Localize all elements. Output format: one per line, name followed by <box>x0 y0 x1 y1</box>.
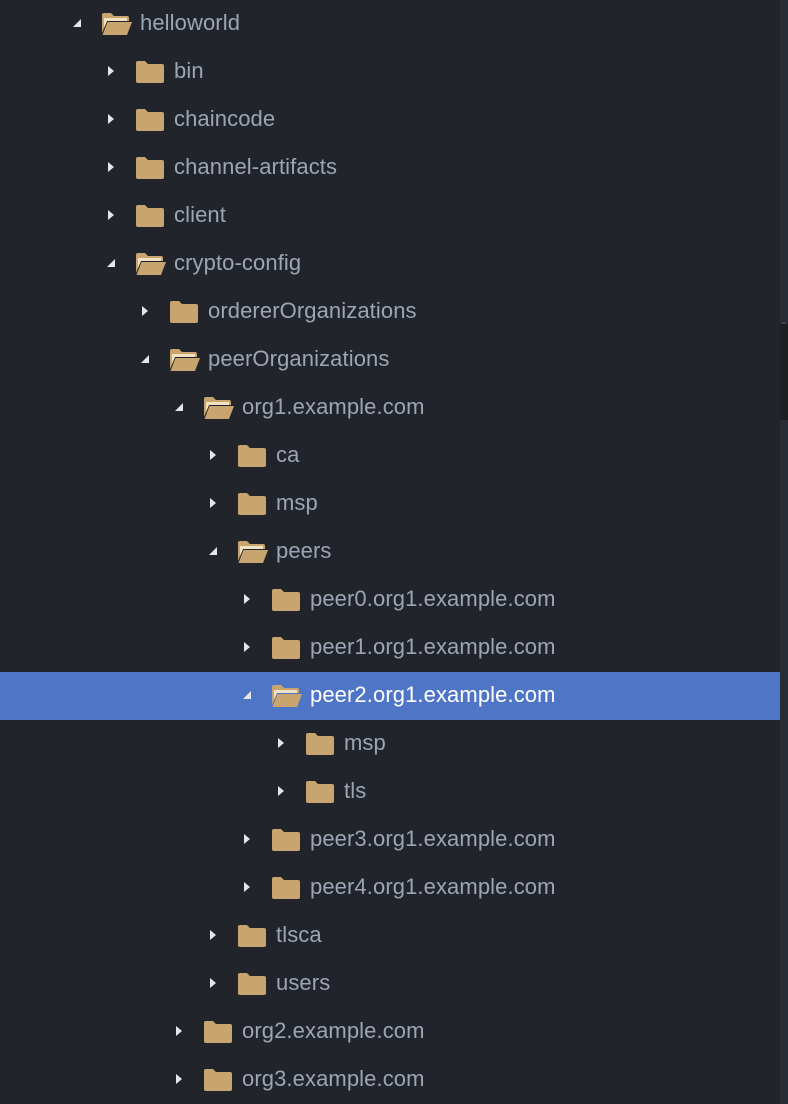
tree-item[interactable]: org3.example.com <box>0 1056 780 1104</box>
expand-arrow-icon[interactable] <box>208 977 218 989</box>
folder-icon <box>271 636 301 660</box>
folder-open-icon <box>237 540 268 564</box>
folder-icon <box>203 1068 233 1092</box>
tree-item-label: ca <box>276 442 300 467</box>
tree-item-label: chaincode <box>174 106 276 131</box>
folder-icon <box>135 108 165 132</box>
tree-item[interactable]: org2.example.com <box>0 1008 780 1056</box>
expand-arrow-icon[interactable] <box>276 785 286 797</box>
tree-item[interactable]: org1.example.com <box>0 384 780 432</box>
tree-item[interactable]: users <box>0 960 780 1008</box>
folder-icon <box>271 588 301 612</box>
tree-item-label: crypto-config <box>174 250 302 275</box>
tree-item[interactable]: peer1.org1.example.com <box>0 624 780 672</box>
folder-open-icon <box>203 396 234 420</box>
collapse-arrow-icon[interactable] <box>242 689 252 701</box>
collapse-arrow-icon[interactable] <box>72 17 82 29</box>
expand-arrow-icon[interactable] <box>242 881 252 893</box>
folder-icon <box>237 972 267 996</box>
tree-item[interactable]: msp <box>0 720 780 768</box>
collapse-arrow-icon[interactable] <box>174 401 184 413</box>
tree-item-label: org1.example.com <box>242 394 425 419</box>
scrollbar[interactable] <box>780 0 788 1104</box>
tree-item-label: tls <box>344 778 367 803</box>
expand-arrow-icon[interactable] <box>242 593 252 605</box>
tree-item-label: helloworld <box>140 10 241 35</box>
tree-item-label: ordererOrganizations <box>208 298 417 323</box>
expand-arrow-icon[interactable] <box>140 305 150 317</box>
tree-item[interactable]: peer0.org1.example.com <box>0 576 780 624</box>
expand-arrow-icon[interactable] <box>174 1073 184 1085</box>
tree-item-label: peer4.org1.example.com <box>310 874 556 899</box>
folder-icon <box>169 300 199 324</box>
tree-item[interactable]: helloworld <box>0 0 780 48</box>
expand-arrow-icon[interactable] <box>106 113 116 125</box>
collapse-arrow-icon[interactable] <box>208 545 218 557</box>
expand-arrow-icon[interactable] <box>208 497 218 509</box>
expand-arrow-icon[interactable] <box>174 1025 184 1037</box>
folder-icon <box>237 492 267 516</box>
collapse-arrow-icon[interactable] <box>106 257 116 269</box>
tree-item-label: client <box>174 202 226 227</box>
folder-icon <box>135 156 165 180</box>
tree-item-label: peers <box>276 538 332 563</box>
tree-item[interactable]: channel-artifacts <box>0 144 780 192</box>
folder-open-icon <box>135 252 166 276</box>
tree-item[interactable]: peer3.org1.example.com <box>0 816 780 864</box>
scrollbar-thumb[interactable] <box>780 420 788 1104</box>
folder-icon <box>237 444 267 468</box>
folder-open-icon <box>271 684 302 708</box>
tree-item[interactable]: peers <box>0 528 780 576</box>
expand-arrow-icon[interactable] <box>242 833 252 845</box>
expand-arrow-icon[interactable] <box>106 161 116 173</box>
tree-item-label: peer0.org1.example.com <box>310 586 556 611</box>
tree-item-label: peerOrganizations <box>208 346 390 371</box>
tree-item[interactable]: msp <box>0 480 780 528</box>
tree-item-label: peer2.org1.example.com <box>310 682 556 707</box>
tree-item-label: tlsca <box>276 922 322 947</box>
folder-icon <box>305 780 335 804</box>
folder-icon <box>135 204 165 228</box>
tree-item-label: org3.example.com <box>242 1066 425 1091</box>
folder-icon <box>305 732 335 756</box>
tree-item[interactable]: peerOrganizations <box>0 336 780 384</box>
expand-arrow-icon[interactable] <box>106 65 116 77</box>
tree-item-label: peer1.org1.example.com <box>310 634 556 659</box>
folder-icon <box>203 1020 233 1044</box>
tree-item[interactable]: ca <box>0 432 780 480</box>
tree-item-label: peer3.org1.example.com <box>310 826 556 851</box>
folder-icon <box>135 60 165 84</box>
tree-item[interactable]: tls <box>0 768 780 816</box>
tree-item-label: channel-artifacts <box>174 154 338 179</box>
file-tree: helloworld bin chaincode channel-artifacts c… <box>0 0 780 1104</box>
tree-item[interactable]: peer2.org1.example.com <box>0 672 780 720</box>
collapse-arrow-icon[interactable] <box>140 353 150 365</box>
tree-item-label: msp <box>276 490 318 515</box>
tree-item[interactable]: peer4.org1.example.com <box>0 864 780 912</box>
expand-arrow-icon[interactable] <box>276 737 286 749</box>
tree-item[interactable]: chaincode <box>0 96 780 144</box>
tree-item[interactable]: client <box>0 192 780 240</box>
folder-icon <box>271 828 301 852</box>
tree-item-label: bin <box>174 58 204 83</box>
folder-open-icon <box>101 12 132 36</box>
scrollbar-thumb[interactable] <box>780 0 788 322</box>
tree-item[interactable]: tlsca <box>0 912 780 960</box>
tree-item[interactable]: crypto-config <box>0 240 780 288</box>
expand-arrow-icon[interactable] <box>208 449 218 461</box>
tree-item-label: org2.example.com <box>242 1018 425 1043</box>
tree-item-label: users <box>276 970 331 995</box>
tree-item[interactable]: bin <box>0 48 780 96</box>
folder-icon <box>271 876 301 900</box>
expand-arrow-icon[interactable] <box>242 641 252 653</box>
folder-icon <box>237 924 267 948</box>
folder-open-icon <box>169 348 200 372</box>
expand-arrow-icon[interactable] <box>208 929 218 941</box>
tree-item-label: msp <box>344 730 386 755</box>
expand-arrow-icon[interactable] <box>106 209 116 221</box>
tree-item[interactable]: ordererOrganizations <box>0 288 780 336</box>
scrollbar-divider <box>781 322 787 324</box>
